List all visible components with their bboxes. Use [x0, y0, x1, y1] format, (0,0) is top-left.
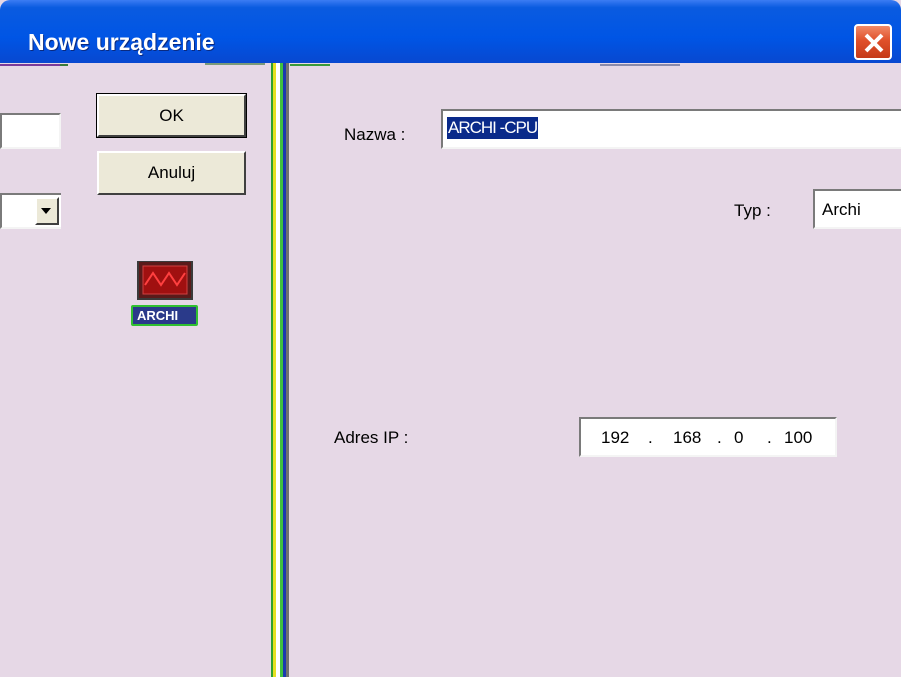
type-value: Archi [822, 200, 861, 219]
ip-dot: . [767, 428, 772, 447]
ip-label: Adres IP : [334, 428, 409, 447]
close-icon [864, 33, 884, 53]
strip-mark [0, 64, 60, 66]
ip-octet-4[interactable]: 100 [784, 428, 812, 448]
ip-octet-1[interactable]: 192 [601, 428, 629, 448]
name-input[interactable]: ARCHI -CPU [441, 109, 901, 149]
left-dropdown[interactable] [0, 193, 61, 229]
device-icon[interactable] [136, 261, 194, 301]
close-button[interactable] [854, 24, 892, 60]
title-bar[interactable]: Nowe urządzenie [0, 0, 901, 63]
ip-dot: . [717, 428, 722, 447]
monitor-icon [137, 261, 193, 300]
type-label: Typ : [734, 201, 771, 220]
right-pane: Nazwa : ARCHI -CPU Typ : Archi Adres IP … [289, 69, 901, 677]
ip-dot: . [648, 428, 653, 447]
name-value: ARCHI -CPU [447, 117, 538, 139]
ip-address-field[interactable]: 192 . 168 . 0 . 100 [579, 417, 837, 457]
type-select[interactable]: Archi [813, 189, 901, 229]
window-title: Nowe urządzenie [28, 29, 215, 55]
left-pane: OK Anuluj ARCHI [0, 69, 271, 677]
chevron-down-icon [41, 208, 51, 214]
strip-mark [60, 64, 68, 66]
strip-mark [290, 64, 330, 66]
cancel-button[interactable]: Anuluj [97, 151, 246, 195]
ip-octet-3[interactable]: 0 [734, 428, 743, 448]
ok-button[interactable]: OK [96, 93, 247, 138]
device-label-badge: ARCHI [131, 305, 198, 326]
name-label: Nazwa : [344, 125, 406, 144]
strip-mark [600, 64, 680, 66]
device-label: ARCHI [137, 308, 179, 323]
strip-mark [205, 63, 265, 65]
dropdown-button[interactable] [35, 197, 59, 225]
ip-octet-2[interactable]: 168 [673, 428, 701, 448]
left-text-field[interactable] [0, 113, 61, 149]
